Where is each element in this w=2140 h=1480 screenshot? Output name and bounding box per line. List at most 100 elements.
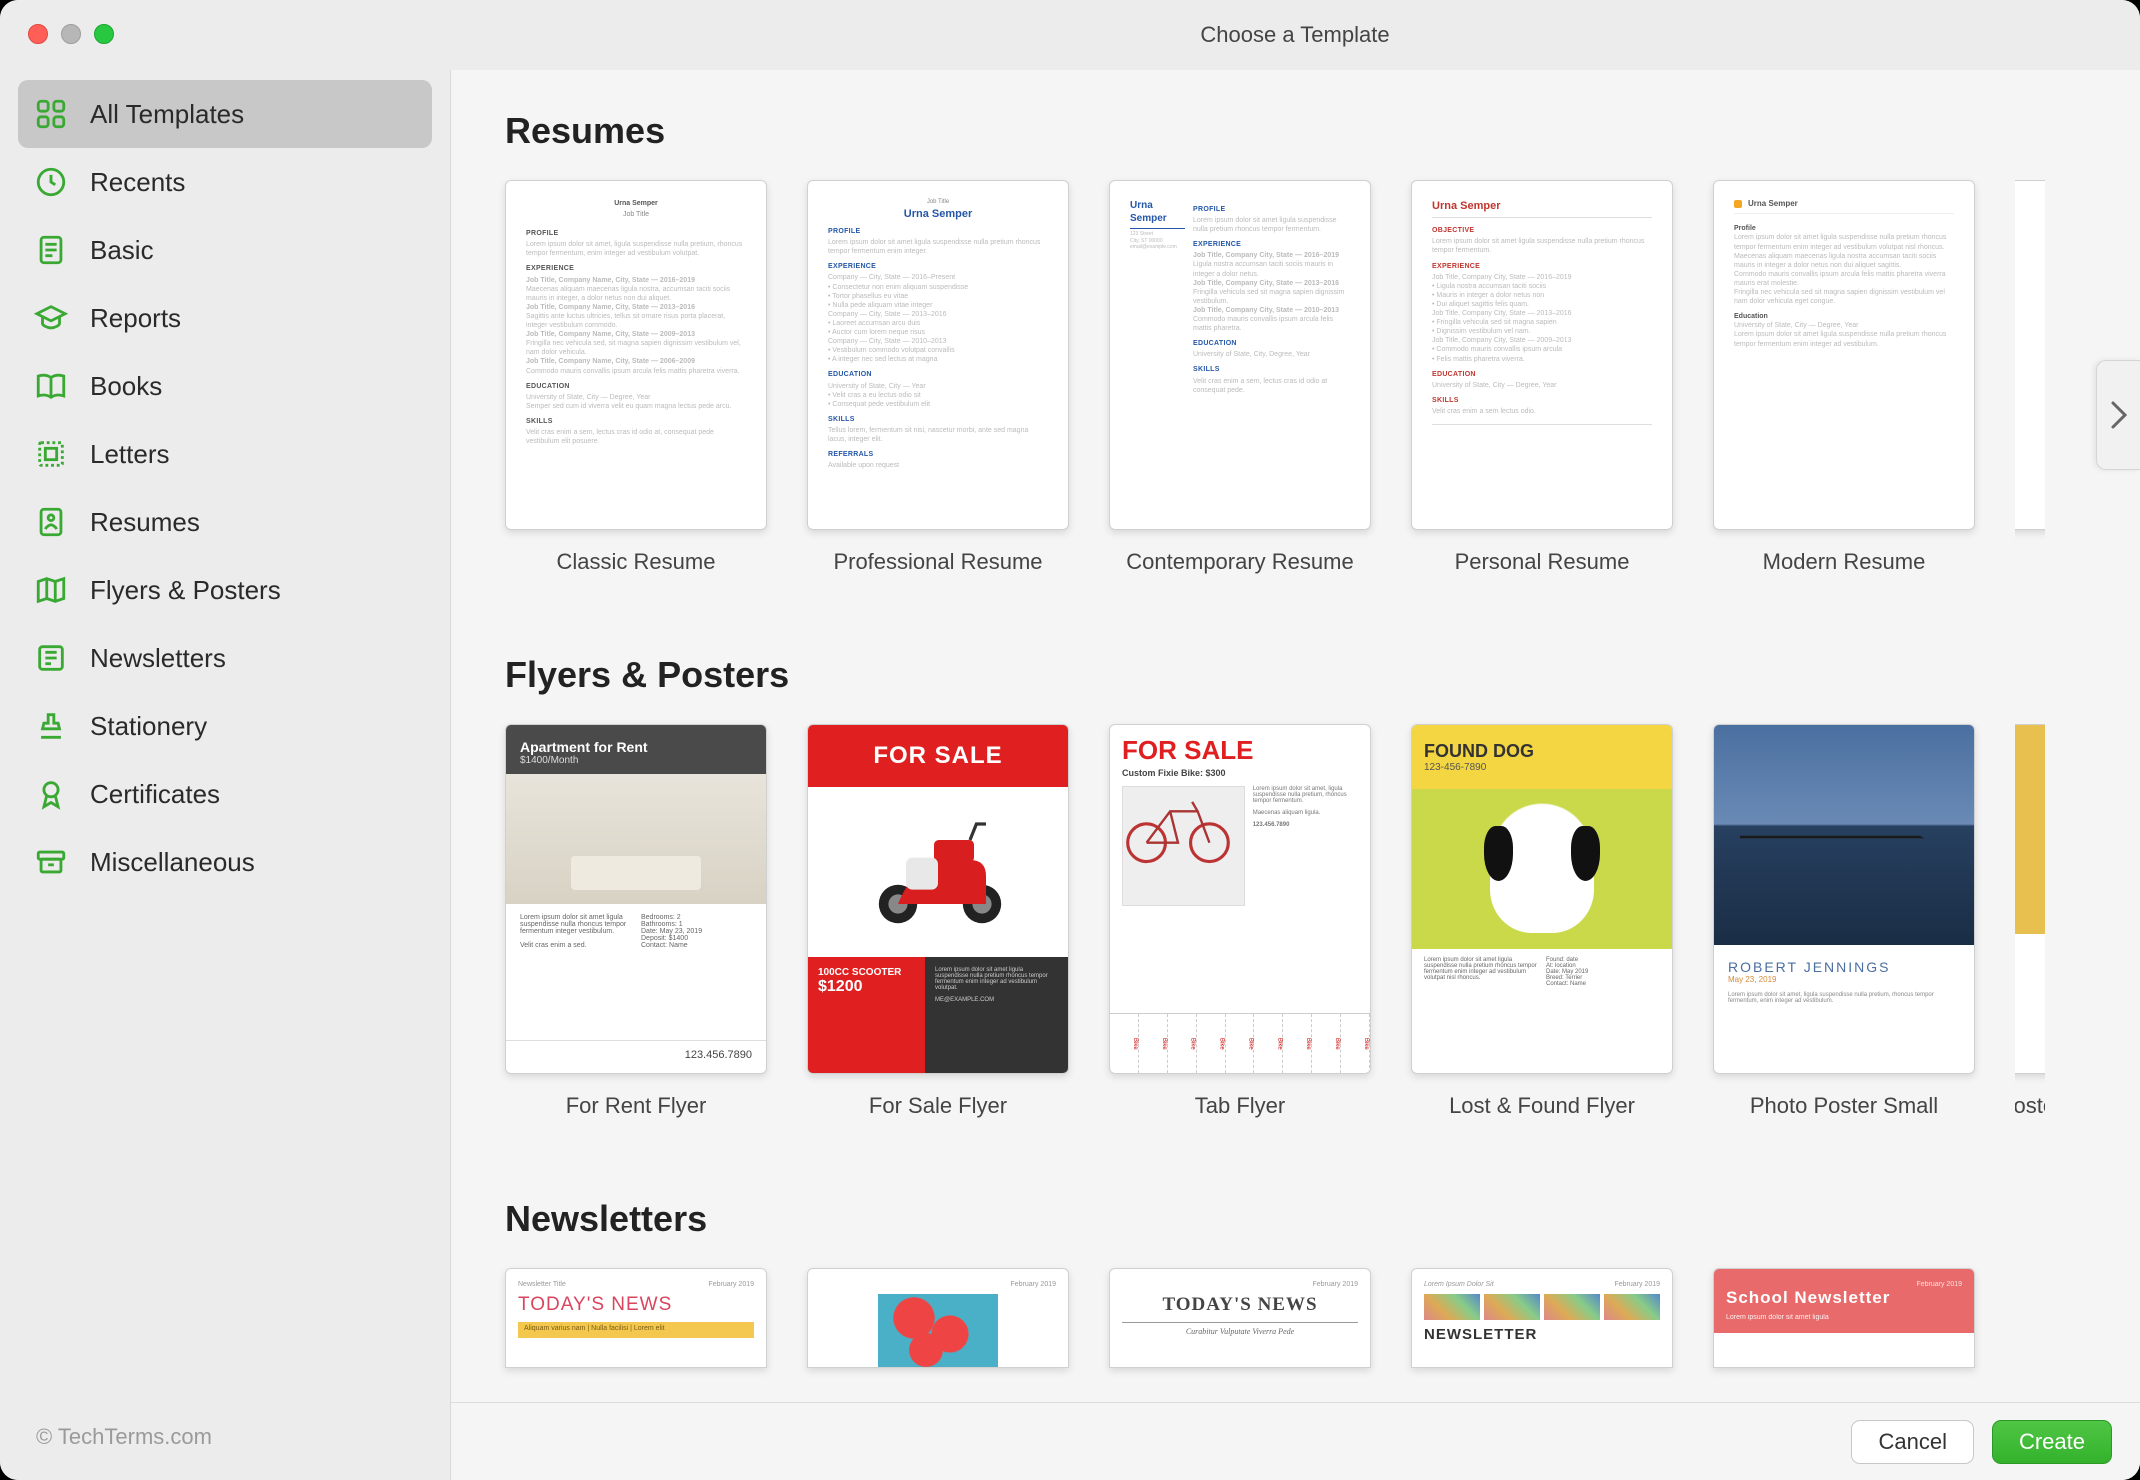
flyer-subhead: $1400/Month <box>520 755 752 766</box>
sidebar-item-certificates[interactable]: Certificates <box>18 760 432 828</box>
template-card[interactable]: Urna Semper Job Title Profile Lorem ipsu… <box>505 180 767 604</box>
sidebar-item-label: Resumes <box>90 507 200 538</box>
window-controls <box>28 24 114 44</box>
template-card[interactable]: February 2019 TODAY'S NEWS Curabitur Vul… <box>1109 1268 1371 1368</box>
template-card[interactable]: February 2019 <box>807 1268 1069 1368</box>
template-card[interactable] <box>2015 180 2045 604</box>
close-icon[interactable] <box>28 24 48 44</box>
sidebar-item-label: Flyers & Posters <box>90 575 281 606</box>
ribbon-icon <box>34 777 68 811</box>
template-label: Lost & Found Flyer <box>1449 1092 1635 1148</box>
newsletter-headline: NEWSLETTER <box>1424 1326 1660 1343</box>
template-label: Modern Resume <box>1763 548 1926 604</box>
flyer-price: $1200 <box>818 978 863 995</box>
book-icon <box>34 369 68 403</box>
template-label: For Rent Flyer <box>566 1092 707 1148</box>
template-card[interactable]: ROBERT JENNINGS May 23, 2019 Lorem ipsum… <box>1713 724 1975 1148</box>
flyer-subhead: Custom Fixie Bike: $300 <box>1110 768 1370 786</box>
template-thumb: FOUND DOG123-456-7890 Lorem ipsum dolor … <box>1411 724 1673 1074</box>
template-card[interactable]: Photo Poster Large <box>2015 724 2045 1148</box>
template-card[interactable]: FOUND DOG123-456-7890 Lorem ipsum dolor … <box>1411 724 1673 1148</box>
sidebar-item-miscellaneous[interactable]: Miscellaneous <box>18 828 432 896</box>
grid-icon <box>34 97 68 131</box>
stamp-icon <box>34 437 68 471</box>
template-thumb: FOR SALE Custom Fixie Bike: $300 Lorem i… <box>1109 724 1371 1074</box>
template-card[interactable]: Apartment for Rent$1400/Month Lorem ipsu… <box>505 724 767 1148</box>
template-thumb <box>2015 180 2045 530</box>
template-card[interactable]: Urna Semper Profile Lorem ipsum dolor si… <box>1713 180 1975 604</box>
sidebar-item-label: Reports <box>90 303 181 334</box>
sample-name: Urna Semper <box>526 199 746 208</box>
template-thumb: FOR SALE 100CC SCOOTER$1200 Lorem ipsum … <box>807 724 1069 1074</box>
poster-date: May 23, 2019 <box>1728 975 1960 984</box>
page-icon <box>34 233 68 267</box>
sidebar-item-letters[interactable]: Letters <box>18 420 432 488</box>
template-card[interactable]: Job Title Urna Semper Profile Lorem ipsu… <box>807 180 1069 604</box>
sample-name: Urna Semper <box>1432 199 1652 213</box>
sidebar-item-all-templates[interactable]: All Templates <box>18 80 432 148</box>
window-title: Choose a Template <box>450 22 2140 48</box>
flyer-band: FOR SALE <box>808 725 1068 787</box>
stamp-handle-icon <box>34 709 68 743</box>
flyer-band: FOUND DOG <box>1424 741 1660 762</box>
template-label: Photo Poster Large <box>2015 1092 2045 1148</box>
graduation-cap-icon <box>34 301 68 335</box>
template-label: Professional Resume <box>833 548 1042 604</box>
section-title-resumes: Resumes <box>505 110 2140 152</box>
sidebar-item-recents[interactable]: Recents <box>18 148 432 216</box>
flyer-headline: FOR SALE <box>1110 725 1370 768</box>
template-thumb: Urna Semper Objective Lorem ipsum dolor … <box>1411 180 1673 530</box>
template-card[interactable]: Urna Semper 123 StreetCity, ST 00000emai… <box>1109 180 1371 604</box>
sidebar-item-resumes[interactable]: Resumes <box>18 488 432 556</box>
cancel-button[interactable]: Cancel <box>1851 1420 1973 1464</box>
template-card[interactable]: Urna Semper Objective Lorem ipsum dolor … <box>1411 180 1673 604</box>
template-label: Photo Poster Small <box>1750 1092 1938 1148</box>
minimize-icon <box>61 24 81 44</box>
sidebar-item-reports[interactable]: Reports <box>18 284 432 352</box>
template-label: Contemporary Resume <box>1126 548 1353 604</box>
template-thumb: Urna Semper Profile Lorem ipsum dolor si… <box>1713 180 1975 530</box>
template-thumb: Apartment for Rent$1400/Month Lorem ipsu… <box>505 724 767 1074</box>
newsletter-headline: TODAY'S NEWS <box>1122 1294 1358 1316</box>
sidebar-item-newsletters[interactable]: Newsletters <box>18 624 432 692</box>
chevron-right-icon <box>2110 399 2128 431</box>
sidebar-item-label: All Templates <box>90 99 244 130</box>
template-scroll-area[interactable]: Resumes Urna Semper Job Title Profile Lo… <box>451 70 2140 1402</box>
sidebar-item-basic[interactable]: Basic <box>18 216 432 284</box>
newsletter-headline: School Newsletter <box>1726 1288 1962 1308</box>
sidebar-item-label: Letters <box>90 439 170 470</box>
template-label: Personal Resume <box>1455 548 1630 604</box>
scroll-next-button[interactable] <box>2096 360 2140 470</box>
sidebar-item-flyers-posters[interactable]: Flyers & Posters <box>18 556 432 624</box>
id-card-icon <box>34 505 68 539</box>
template-thumb: Lorem Ipsum Dolor SitFebruary 2019 NEWSL… <box>1411 1268 1673 1368</box>
watermark-text: © TechTerms.com <box>0 1394 450 1480</box>
sidebar: All Templates Recents Basic <box>0 70 450 1480</box>
section-title-newsletters: Newsletters <box>505 1198 2140 1240</box>
template-thumb: February 2019 School Newsletter Lorem ip… <box>1713 1268 1975 1368</box>
create-button[interactable]: Create <box>1992 1420 2112 1464</box>
row-resumes: Urna Semper Job Title Profile Lorem ipsu… <box>505 180 2140 604</box>
template-card[interactable]: February 2019 School Newsletter Lorem ip… <box>1713 1268 1975 1368</box>
template-label: Classic Resume <box>557 548 716 604</box>
template-chooser-window: Choose a Template All Templates Recents <box>0 0 2140 1480</box>
sidebar-item-label: Basic <box>90 235 154 266</box>
template-thumb: February 2019 TODAY'S NEWS Curabitur Vul… <box>1109 1268 1371 1368</box>
template-card[interactable]: FOR SALE Custom Fixie Bike: $300 Lorem i… <box>1109 724 1371 1148</box>
sample-subtitle: Job Title <box>526 210 746 219</box>
sidebar-item-books[interactable]: Books <box>18 352 432 420</box>
template-card[interactable]: Lorem Ipsum Dolor SitFebruary 2019 NEWSL… <box>1411 1268 1673 1368</box>
fullscreen-icon[interactable] <box>94 24 114 44</box>
template-thumb: ROBERT JENNINGS May 23, 2019 Lorem ipsum… <box>1713 724 1975 1074</box>
flyer-headline: Apartment for Rent <box>520 739 648 755</box>
template-thumb: Urna Semper 123 StreetCity, ST 00000emai… <box>1109 180 1371 530</box>
template-card[interactable]: Newsletter TitleFebruary 2019 TODAY'S NE… <box>505 1268 767 1368</box>
sample-name: Urna Semper <box>1748 199 1798 208</box>
flyer-footer: 123.456.7890 <box>506 1040 766 1073</box>
sidebar-item-label: Books <box>90 371 162 402</box>
template-card[interactable]: FOR SALE 100CC SCOOTER$1200 Lorem ipsum … <box>807 724 1069 1148</box>
sidebar-item-label: Miscellaneous <box>90 847 255 878</box>
template-thumb: February 2019 <box>807 1268 1069 1368</box>
archive-icon <box>34 845 68 879</box>
sidebar-item-stationery[interactable]: Stationery <box>18 692 432 760</box>
